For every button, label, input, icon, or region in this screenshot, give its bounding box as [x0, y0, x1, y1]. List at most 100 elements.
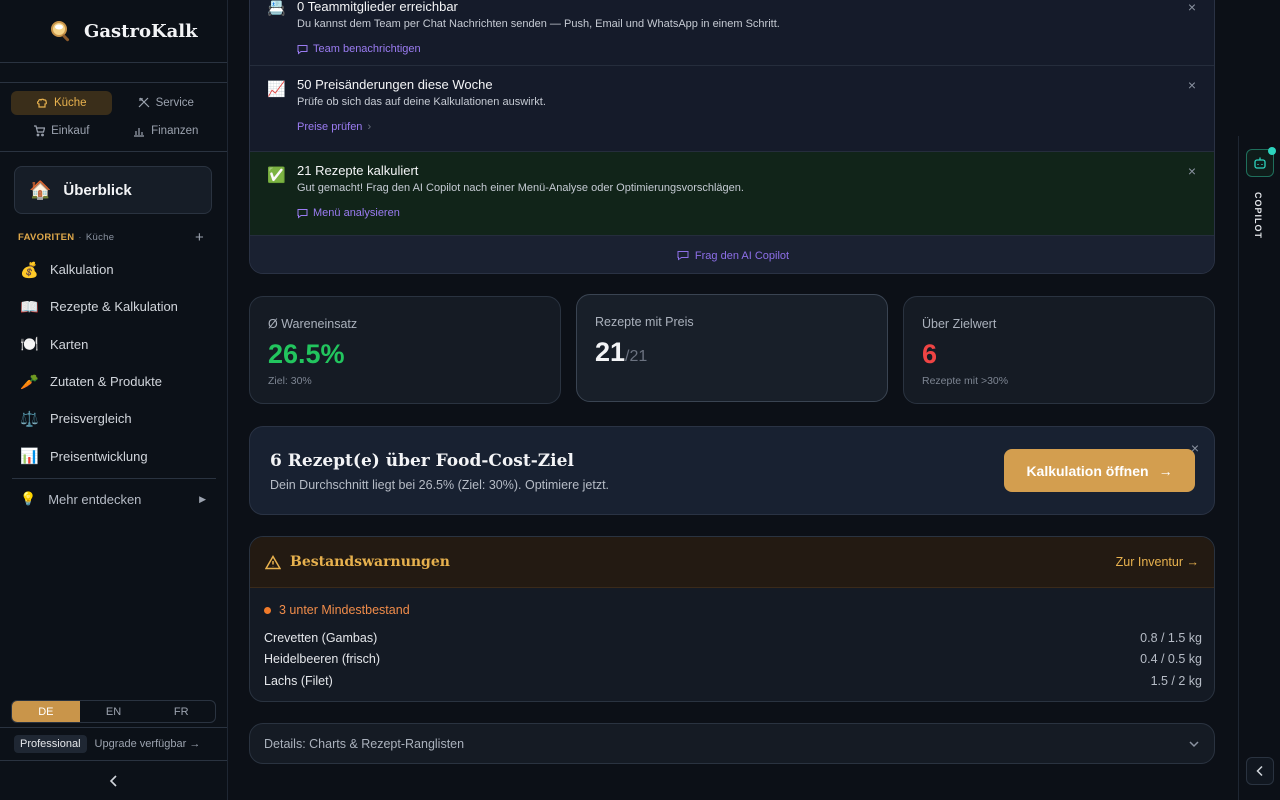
favorites-label: FAVORITEN	[18, 232, 75, 243]
action-label: Preise prüfen	[297, 121, 363, 133]
team-notify-link[interactable]: Team benachrichtigen	[297, 43, 1214, 55]
notification-title: 21 Rezepte kalkuliert	[297, 163, 419, 178]
nav-label: Preisvergleich	[50, 411, 132, 427]
nav-preisvergleich[interactable]: ⚖️ Preisvergleich	[12, 400, 216, 437]
status-dot	[264, 606, 271, 614]
item-name: Heidelbeeren (frisch)	[264, 652, 381, 667]
favorites-separator: ·	[78, 232, 82, 243]
dept-kueche[interactable]: Küche	[11, 91, 112, 115]
chat-icon	[297, 44, 308, 55]
arrow-right-icon: →	[1158, 462, 1173, 479]
notification-team: 📇 0 Teammitglieder erreichbar Du kannst …	[250, 0, 1214, 65]
utensils-icon	[138, 97, 149, 108]
list-item[interactable]: Heidelbeeren (frisch) 0.4 / 0.5 kg	[264, 649, 1202, 671]
food-cost-alert: 6 Rezept(e) über Food-Cost-Ziel Dein Dur…	[249, 426, 1215, 515]
chevron-left-icon	[109, 775, 117, 787]
to-inventory-link[interactable]: Zur Inventur →	[1116, 555, 1199, 569]
below-minimum-text: 3 unter Mindestbestand	[279, 603, 410, 617]
stat-wareneinsatz: Ø Wareneinsatz 26.5% Ziel: 30%	[249, 296, 561, 404]
item-name: Crevetten (Gambas)	[264, 630, 378, 645]
more-label: Mehr entdecken	[48, 491, 142, 507]
stock-warning-list: Crevetten (Gambas) 0.8 / 1.5 kg Heidelbee…	[264, 627, 1202, 692]
lang-en[interactable]: EN	[80, 701, 148, 722]
close-icon[interactable]: ×	[1188, 77, 1196, 93]
chat-icon	[677, 251, 689, 261]
copilot-expand-button[interactable]	[1246, 757, 1274, 785]
overview-label: Überblick	[63, 181, 132, 199]
stat-value: 26.5%	[268, 339, 345, 369]
divider	[12, 478, 216, 479]
stat-label: Über Zielwert	[922, 317, 997, 331]
bar-chart-icon	[134, 128, 145, 137]
check-mark-icon: ✅	[267, 167, 286, 184]
dept-einkauf[interactable]: Einkauf	[11, 119, 112, 143]
app-logo[interactable]: GastroKalk	[48, 16, 198, 46]
stat-value-wrap: 21/21	[595, 337, 869, 368]
carrot-icon: 🥕	[20, 373, 39, 391]
add-favorite-button[interactable]: +	[195, 229, 204, 246]
alert-text: Dein Durchschnitt liegt bei 26.5% (Ziel:…	[270, 478, 610, 492]
notification-recipes: ✅ 21 Rezepte kalkuliert Gut gemacht! Fra…	[250, 152, 1214, 235]
nav-kalkulation[interactable]: 💰 Kalkulation	[12, 251, 216, 288]
contact-card-icon: 📇	[267, 0, 286, 17]
main-content: 📇 0 Teammitglieder erreichbar Du kannst …	[228, 0, 1238, 800]
overview-button[interactable]: 🏠 Überblick	[14, 166, 212, 214]
upgrade-link[interactable]: Upgrade verfügbar →	[95, 738, 201, 750]
stat-sub: Rezepte mit >30%	[922, 375, 1009, 387]
magnifier-chef-icon	[48, 18, 74, 44]
money-bag-icon: 💰	[20, 261, 39, 279]
notification-desc: Gut gemacht! Frag den AI Copilot nach ei…	[297, 182, 744, 194]
lang-de[interactable]: DE	[12, 701, 80, 722]
list-item[interactable]: Crevetten (Gambas) 0.8 / 1.5 kg	[264, 627, 1202, 649]
stock-warnings-title: Bestandswarnungen	[290, 554, 450, 570]
lang-fr[interactable]: FR	[147, 701, 215, 722]
item-amount: 0.8 / 1.5 kg	[1140, 630, 1202, 645]
notification-desc: Prüfe ob sich das auf deine Kalkulatione…	[297, 96, 546, 108]
dept-finanzen[interactable]: Finanzen	[116, 119, 217, 143]
button-label: Kalkulation öffnen	[1026, 462, 1149, 479]
nav-zutaten[interactable]: 🥕 Zutaten & Produkte	[12, 363, 216, 400]
chef-hat-icon	[36, 98, 48, 108]
divider	[0, 62, 227, 63]
plan-badge: Professional	[14, 735, 87, 753]
ask-copilot-link[interactable]: Frag den AI Copilot	[250, 235, 1214, 273]
online-indicator	[1268, 147, 1276, 155]
notification-prices: 📈 50 Preisänderungen diese Woche Prüfe o…	[250, 66, 1214, 151]
stat-value: 21	[595, 337, 626, 367]
divider	[0, 760, 227, 761]
analyze-menu-link[interactable]: Menü analysieren	[297, 207, 1214, 219]
department-switcher: Küche Service Einkauf Finanzen	[11, 91, 216, 143]
copilot-rail: COPILOT	[1238, 136, 1280, 800]
nav-preisentwicklung[interactable]: 📊 Preisentwicklung	[12, 437, 216, 474]
open-calculation-button[interactable]: Kalkulation öffnen →	[1004, 449, 1195, 492]
close-icon[interactable]: ×	[1188, 163, 1196, 179]
dept-label: Service	[155, 97, 194, 109]
action-label: Team benachrichtigen	[313, 43, 421, 55]
details-accordion[interactable]: Details: Charts & Rezept-Ranglisten	[249, 723, 1215, 764]
stat-sub: Ziel: 30%	[268, 375, 312, 387]
nav-karten[interactable]: 🍽️ Karten	[12, 326, 216, 363]
item-amount: 0.4 / 0.5 kg	[1140, 652, 1202, 667]
item-name: Lachs (Filet)	[264, 673, 333, 688]
dept-label: Einkauf	[51, 125, 90, 137]
chart-icon: 📊	[20, 448, 39, 466]
nav-label: Kalkulation	[50, 262, 114, 278]
action-label: Menü analysieren	[313, 207, 400, 219]
check-prices-link[interactable]: Preise prüfen ›	[297, 121, 1214, 133]
more-discover-button[interactable]: 💡 Mehr entdecken ▶	[20, 488, 206, 510]
nav-label: Karten	[50, 336, 89, 352]
stat-value: 6	[922, 339, 938, 369]
dept-service[interactable]: Service	[116, 91, 217, 115]
nav-rezepte[interactable]: 📖 Rezepte & Kalkulation	[12, 288, 216, 325]
item-amount: 1.5 / 2 kg	[1150, 673, 1202, 688]
close-icon[interactable]: ×	[1191, 440, 1199, 456]
list-item[interactable]: Lachs (Filet) 1.5 / 2 kg	[264, 670, 1202, 692]
stat-label: Ø Wareneinsatz	[268, 317, 358, 331]
sidebar-collapse-button[interactable]	[104, 771, 124, 791]
scale-icon: ⚖️	[20, 410, 39, 428]
chevron-left-icon	[1256, 765, 1263, 777]
divider	[0, 727, 227, 728]
close-icon[interactable]: ×	[1188, 0, 1196, 15]
copilot-button[interactable]	[1246, 147, 1276, 177]
favorites-header: FAVORITEN · Küche +	[18, 229, 204, 246]
